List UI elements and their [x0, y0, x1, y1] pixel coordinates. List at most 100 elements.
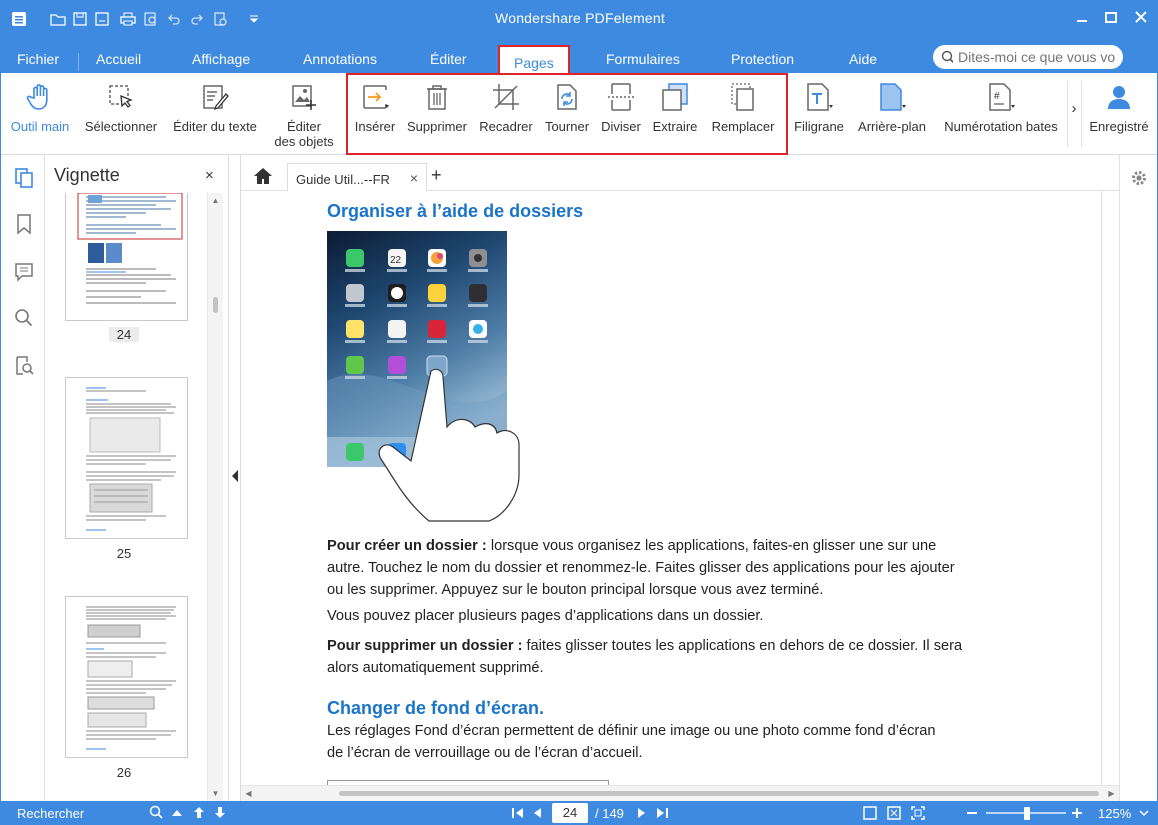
insert-page-icon — [363, 85, 389, 109]
background-button[interactable]: Arrière-plan — [851, 73, 933, 155]
replace-page-button[interactable]: Remplacer — [705, 73, 781, 155]
single-page-view-icon[interactable] — [863, 806, 877, 820]
registered-button[interactable]: Enregistré — [1083, 73, 1155, 155]
edit-text-button[interactable]: Éditer du texte — [167, 73, 263, 155]
page-25-preview — [86, 387, 176, 531]
paragraph-pages-dossier: Vous pouvez placer plusieurs pages d’app… — [327, 608, 764, 624]
ribbon-more-button[interactable]: › — [1067, 73, 1081, 155]
next-page-icon[interactable] — [637, 807, 647, 819]
tell-me-search[interactable] — [933, 45, 1123, 69]
thumbnail-panel-close-button[interactable]: × — [205, 167, 214, 184]
select-cursor-icon — [109, 85, 133, 108]
previous-page-icon[interactable] — [532, 807, 542, 819]
gear-icon[interactable] — [1130, 169, 1148, 187]
scrollbar-thumb[interactable] — [339, 791, 1099, 796]
scroll-right-arrow[interactable]: ▶ — [1104, 786, 1119, 801]
scroll-down-arrow[interactable]: ▼ — [1102, 770, 1103, 785]
minimize-button[interactable] — [1072, 9, 1092, 29]
search-icon[interactable] — [13, 307, 35, 329]
split-page-button[interactable]: Diviser — [596, 73, 646, 155]
zoom-dropdown-icon[interactable] — [1139, 810, 1149, 817]
ipad-calendar-date: 22 — [390, 255, 402, 266]
tab-formulaires[interactable]: Formulaires — [606, 51, 680, 67]
scroll-left-arrow[interactable]: ◀ — [241, 786, 256, 801]
insert-label: Insérer — [354, 119, 396, 134]
delete-page-button[interactable]: Supprimer — [402, 73, 472, 155]
maximize-button[interactable] — [1101, 9, 1121, 29]
document-vertical-scrollbar[interactable]: ▲ ▼ — [1101, 191, 1103, 785]
rotate-page-button[interactable]: Tourner — [540, 73, 594, 155]
document-view: Organiser à l’aide de dossiers 22 Pour c… — [241, 191, 1103, 785]
thumbnail-scrollbar[interactable]: ▲ ▼ — [207, 193, 223, 801]
svg-text:#: # — [994, 91, 1000, 102]
bookmark-icon[interactable] — [13, 213, 35, 235]
document-horizontal-scrollbar[interactable]: ◀ ▶ — [241, 785, 1119, 801]
tab-aide[interactable]: Aide — [849, 51, 877, 67]
document-tab[interactable]: Guide Util...--FR × — [287, 163, 427, 191]
search-previous-icon[interactable] — [171, 808, 183, 818]
tab-editer[interactable]: Éditer — [430, 51, 467, 67]
page-thumbnail-25[interactable] — [65, 377, 188, 539]
paragraph-supprimer-dossier: Pour supprimer un dossier : faites gliss… — [327, 638, 963, 654]
crop-page-button[interactable]: Recadrer — [474, 73, 538, 155]
scroll-up-arrow[interactable]: ▲ — [208, 193, 223, 208]
tab-fichier[interactable]: Fichier — [17, 51, 59, 67]
home-icon[interactable] — [253, 167, 273, 185]
last-page-icon[interactable] — [656, 807, 668, 819]
zoom-out-icon[interactable] — [966, 811, 978, 815]
collapse-panel-icon[interactable] — [230, 469, 240, 483]
tab-affichage[interactable]: Affichage — [192, 51, 250, 67]
arrow-up-icon[interactable] — [193, 806, 205, 819]
tell-me-input[interactable] — [958, 49, 1123, 65]
fit-page-icon[interactable] — [887, 806, 901, 820]
extract-page-button[interactable]: Extraire — [648, 73, 702, 155]
bates-numbering-button[interactable]: # Numérotation bates — [935, 73, 1067, 155]
select-button[interactable]: Sélectionner — [77, 73, 165, 155]
current-page-input[interactable]: 24 — [552, 803, 588, 823]
tab-protection[interactable]: Protection — [731, 51, 794, 67]
document-tab-close-button[interactable]: × — [410, 170, 418, 186]
tab-pages[interactable]: Pages — [498, 45, 570, 73]
menu-tab-bar: Fichier Accueil Affichage Annotations Éd… — [1, 37, 1157, 73]
first-page-icon[interactable] — [512, 807, 524, 819]
tab-accueil[interactable]: Accueil — [96, 51, 141, 67]
zoom-slider-handle[interactable] — [1024, 807, 1030, 820]
close-button[interactable] — [1131, 9, 1151, 29]
tab-annotations[interactable]: Annotations — [303, 51, 377, 67]
scroll-down-arrow[interactable]: ▼ — [208, 786, 223, 801]
insert-page-button[interactable]: Insérer — [350, 73, 400, 155]
scroll-up-arrow[interactable]: ▲ — [1102, 191, 1103, 206]
page-26-preview — [86, 606, 176, 750]
rotate-label: Tourner — [544, 119, 590, 134]
paragraph-creer-dossier-line3: ou les supprimer. Appuyez sur le bouton … — [327, 582, 824, 598]
comment-icon[interactable] — [13, 261, 35, 283]
hand-tool-button[interactable]: Outil main — [7, 73, 73, 155]
edit-objects-label: Éditer des objets — [274, 119, 334, 149]
search-icon[interactable] — [149, 805, 163, 819]
page-thumbnail-26[interactable] — [65, 596, 188, 758]
zoom-level[interactable]: 125% — [1098, 806, 1131, 821]
arrow-down-icon[interactable] — [214, 806, 226, 819]
page-number-26: 26 — [116, 765, 132, 780]
watermark-label: Filigrane — [794, 119, 844, 134]
watermark-button[interactable]: Filigrane — [791, 73, 847, 155]
split-label: Diviser — [601, 119, 641, 134]
zoom-in-icon[interactable] — [1071, 807, 1083, 819]
new-tab-button[interactable]: + — [431, 165, 442, 186]
thumbnails-icon[interactable] — [13, 167, 35, 189]
page-thumbnail-24[interactable] — [65, 193, 188, 321]
right-panel — [1119, 155, 1157, 801]
edit-objects-button[interactable]: Éditer des objets — [267, 73, 341, 155]
crop-icon — [493, 84, 519, 110]
edit-objects-icon — [292, 85, 316, 110]
paragraph-fond-ecran-line2: de l’écran de verrouillage ou de l’écran… — [327, 745, 643, 761]
scrollbar-thumb[interactable] — [213, 297, 218, 313]
background-icon — [880, 83, 906, 111]
search-icon — [941, 50, 953, 64]
find-in-document-icon[interactable] — [13, 355, 35, 377]
replace-icon — [731, 83, 754, 111]
split-icon — [608, 83, 634, 111]
panel-splitter[interactable] — [229, 155, 241, 801]
fit-width-icon[interactable] — [911, 806, 925, 820]
document-tab-label: Guide Util...--FR — [296, 172, 390, 187]
